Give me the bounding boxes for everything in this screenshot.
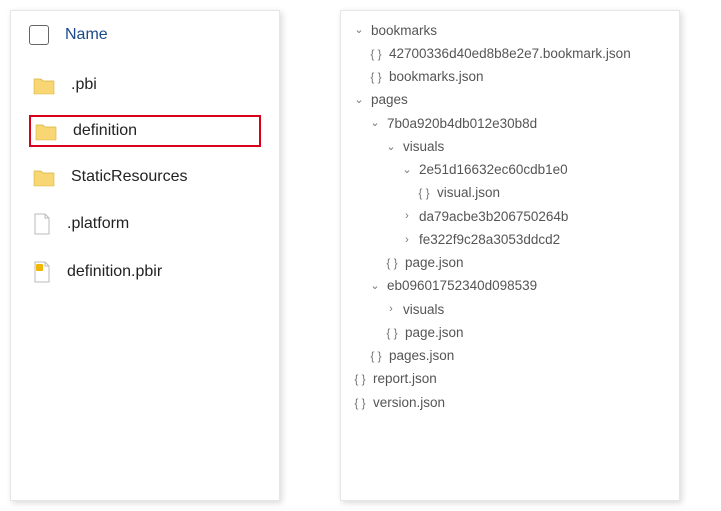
chevron-right-icon: › xyxy=(401,208,413,225)
json-icon: { } xyxy=(353,370,367,388)
file-name-label: .platform xyxy=(67,215,129,233)
json-icon: { } xyxy=(385,324,399,342)
json-icon: { } xyxy=(369,45,383,63)
file-row-definition[interactable]: definition xyxy=(29,115,261,147)
tree-item-label: pages xyxy=(371,90,408,110)
file-name-label: definition.pbir xyxy=(67,263,162,281)
chevron-right-icon: › xyxy=(385,301,397,318)
file-row-definition-pbir[interactable]: definition.pbir xyxy=(29,255,261,289)
tree-item-label: page.json xyxy=(405,253,464,273)
tree-item-label: pages.json xyxy=(389,346,454,366)
folder-icon xyxy=(35,121,57,141)
tree-row[interactable]: › fe322f9c28a3053ddcd2 xyxy=(347,228,673,251)
file-row--platform[interactable]: .platform xyxy=(29,207,261,241)
chevron-down-icon: ⌄ xyxy=(369,115,381,132)
chevron-down-icon: ⌄ xyxy=(353,22,365,39)
chevron-right-icon: › xyxy=(401,232,413,249)
tree-item-label: bookmarks xyxy=(371,21,437,41)
chevron-down-icon: ⌄ xyxy=(385,139,397,156)
file-name-label: .pbi xyxy=(71,76,97,94)
tree-item-label: eb09601752340d098539 xyxy=(387,276,537,296)
folder-icon xyxy=(33,167,55,187)
tree-item-label: 7b0a920b4db012e30b8d xyxy=(387,114,537,134)
tree-row[interactable]: ⌄ eb09601752340d098539 xyxy=(347,275,673,298)
json-icon: { } xyxy=(369,68,383,86)
tree-row[interactable]: ⌄ bookmarks xyxy=(347,19,673,42)
file-name-label: StaticResources xyxy=(71,168,188,186)
tree-row[interactable]: { } report.json xyxy=(347,368,673,391)
tree-row[interactable]: { } 42700336d40ed8b8e2e7.bookmark.json xyxy=(347,42,673,65)
chevron-down-icon: ⌄ xyxy=(369,278,381,295)
file-list-body: .pbi definition StaticResources .platform de… xyxy=(29,69,261,289)
tree-row[interactable]: › da79acbe3b206750264b xyxy=(347,205,673,228)
select-all-checkbox[interactable] xyxy=(29,25,49,45)
file-row-StaticResources[interactable]: StaticResources xyxy=(29,161,261,193)
json-icon: { } xyxy=(417,184,431,202)
column-header-name[interactable]: Name xyxy=(65,26,108,44)
tree-item-label: bookmarks.json xyxy=(389,67,484,87)
pbir-file-icon xyxy=(33,261,51,283)
tree-row[interactable]: ⌄ visuals xyxy=(347,135,673,158)
tree-row[interactable]: { } pages.json xyxy=(347,345,673,368)
file-list-header: Name xyxy=(29,25,261,55)
tree-row[interactable]: ⌄ pages xyxy=(347,89,673,112)
file-name-label: definition xyxy=(73,122,137,140)
tree-row[interactable]: › visuals xyxy=(347,298,673,321)
file-list-panel: Name .pbi definition StaticResources .platf… xyxy=(10,10,280,501)
folder-icon xyxy=(33,75,55,95)
json-icon: { } xyxy=(385,254,399,272)
tree-item-label: report.json xyxy=(373,369,437,389)
chevron-down-icon: ⌄ xyxy=(353,92,365,109)
tree-item-label: visuals xyxy=(403,300,444,320)
json-icon: { } xyxy=(369,347,383,365)
tree-row[interactable]: ⌄ 7b0a920b4db012e30b8d xyxy=(347,112,673,135)
tree-row[interactable]: { } bookmarks.json xyxy=(347,66,673,89)
tree-row[interactable]: { } visual.json xyxy=(347,182,673,205)
chevron-down-icon: ⌄ xyxy=(401,162,413,179)
tree-item-label: fe322f9c28a3053ddcd2 xyxy=(419,230,560,250)
tree-item-label: 2e51d16632ec60cdb1e0 xyxy=(419,160,568,180)
json-icon: { } xyxy=(353,394,367,412)
tree-row[interactable]: ⌄ 2e51d16632ec60cdb1e0 xyxy=(347,159,673,182)
tree-item-label: version.json xyxy=(373,393,445,413)
file-row--pbi[interactable]: .pbi xyxy=(29,69,261,101)
tree-item-label: visuals xyxy=(403,137,444,157)
tree-item-label: 42700336d40ed8b8e2e7.bookmark.json xyxy=(389,44,631,64)
file-icon xyxy=(33,213,51,235)
tree-row[interactable]: { } version.json xyxy=(347,391,673,414)
tree-row[interactable]: { } page.json xyxy=(347,321,673,344)
tree-item-label: page.json xyxy=(405,323,464,343)
tree-panel: ⌄ bookmarks { } 42700336d40ed8b8e2e7.bookma… xyxy=(340,10,680,501)
tree-item-label: da79acbe3b206750264b xyxy=(419,207,568,227)
tree-row[interactable]: { } page.json xyxy=(347,252,673,275)
tree-item-label: visual.json xyxy=(437,183,500,203)
